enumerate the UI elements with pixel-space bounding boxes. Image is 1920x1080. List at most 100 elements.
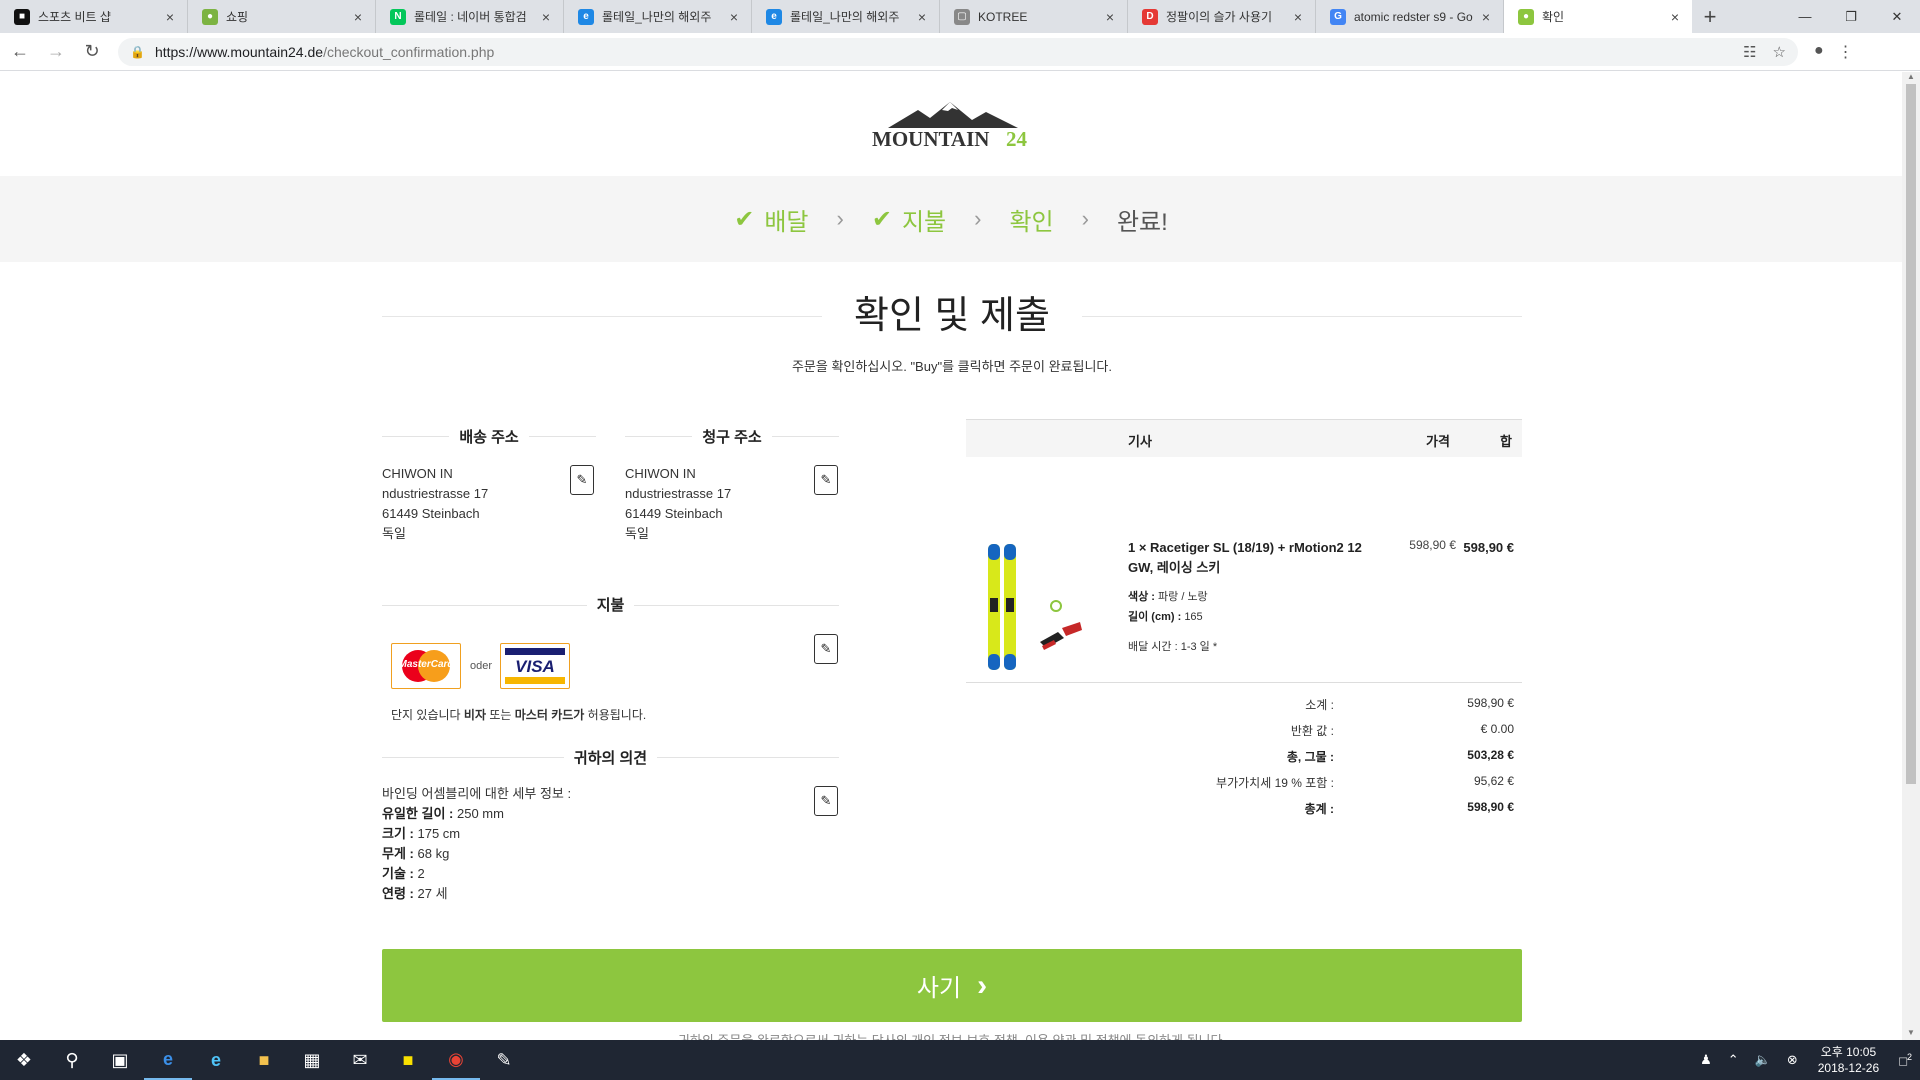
product-image[interactable] <box>980 542 1100 672</box>
search-icon[interactable]: ⚲ <box>48 1040 96 1080</box>
new-tab-button[interactable]: + <box>1692 0 1728 33</box>
back-icon[interactable]: ← <box>4 36 36 68</box>
legal-text: 귀하의 주문을 완료함으로써 귀하는 당사의 개인 정보 보호 정책, 이용 약… <box>382 1030 1522 1040</box>
check-icon: ✔ <box>734 205 755 233</box>
buy-button[interactable]: 사기 › <box>382 949 1522 1022</box>
tab-favicon-icon: ■ <box>14 8 30 25</box>
tab-close-icon[interactable]: × <box>1291 9 1305 25</box>
tab-close-icon[interactable]: × <box>727 9 741 25</box>
maximize-button[interactable]: ❐ <box>1828 0 1874 33</box>
translate-icon[interactable]: ☷ <box>1743 43 1756 61</box>
lock-icon: 🔒 <box>130 44 145 59</box>
product-color: 색상 : 파랑 / 노랑 <box>1128 591 1208 603</box>
page-subtitle: 주문을 확인하십시오. "Buy"를 클릭하면 주문이 완료됩니다. <box>791 359 1113 374</box>
chevron-right-icon: › <box>977 968 988 1002</box>
tab-favicon-icon: ▢ <box>954 8 970 25</box>
browser-tab[interactable]: D 정팔이의 슬가 사용기 × <box>1128 0 1316 33</box>
tab-favicon-icon: N <box>390 8 406 25</box>
tab-close-icon[interactable]: × <box>163 9 177 25</box>
bookmark-star-icon[interactable]: ☆ <box>1773 43 1786 61</box>
edit-billing-button[interactable]: ✎ <box>814 465 838 495</box>
pencil-icon: ✎ <box>820 793 832 808</box>
volume-icon[interactable]: 🔈 <box>1755 1052 1771 1068</box>
step-payment[interactable]: ✔ 지불 <box>872 202 946 237</box>
tab-label: atomic redster s9 - Go <box>1354 9 1473 24</box>
edit-shipping-button[interactable]: ✎ <box>570 465 594 495</box>
notification-icon[interactable]: □2 <box>1899 1052 1912 1068</box>
chevron-up-icon[interactable]: ⌃ <box>1728 1052 1739 1068</box>
menu-icon[interactable]: ⋮ <box>1838 42 1854 62</box>
reload-icon[interactable]: ↻ <box>76 36 108 68</box>
browser-tab[interactable]: Gatomic redster s9 - Go × <box>1316 0 1504 33</box>
visa-logo: VISA <box>500 643 570 689</box>
task-view-icon[interactable]: ▣ <box>96 1040 144 1080</box>
payment-heading: 지불 <box>382 594 839 615</box>
product-name[interactable]: 1 × Racetiger SL (18/19) + rMotion2 12 G… <box>1128 538 1380 578</box>
step-label: 확인 <box>1009 208 1054 236</box>
or-label: oder <box>470 660 493 672</box>
scroll-up-icon[interactable]: ▲ <box>1902 72 1920 84</box>
pencil-icon: ✎ <box>576 472 588 487</box>
person-icon[interactable]: ♟ <box>1700 1052 1712 1068</box>
address-bar[interactable]: 🔒 https://www.mountain24.de/checkout_con… <box>118 37 1798 66</box>
file-explorer-icon[interactable]: ■ <box>240 1040 288 1080</box>
tab-close-icon[interactable]: × <box>539 9 553 25</box>
tab-close-icon[interactable]: × <box>351 9 365 25</box>
edge-icon[interactable]: e <box>144 1040 192 1080</box>
card-note: 단지 있습니다 비자 또는 마스터 카드가 허용됩니다. <box>391 708 647 722</box>
kakaotalk-icon[interactable]: ■ <box>384 1040 432 1080</box>
browser-tab[interactable]: e 롤테일_나만의 해외주 × <box>564 0 752 33</box>
page-viewport: MOUNTAIN 24 ✔ 배달 › ✔ 지불 › 확인 › 완료! 확인 및 … <box>0 72 1902 1040</box>
tab-label: 스포츠 비트 샵 <box>38 10 111 24</box>
tab-close-icon[interactable]: × <box>915 9 929 25</box>
step-label: 완료! <box>1116 208 1168 236</box>
product-total: 598,90 € <box>1463 540 1514 555</box>
page-scrollbar[interactable]: ▲ ▼ <box>1902 72 1920 1040</box>
network-icon[interactable]: ⊗ <box>1787 1052 1798 1068</box>
step-label: 배달 <box>764 208 809 236</box>
system-tray: ♟ ⌃ 🔈 ⊗ 오후 10:05 2018-12-26 □2 <box>1692 1040 1920 1080</box>
chrome-icon[interactable]: ◉ <box>432 1040 480 1080</box>
scroll-thumb[interactable] <box>1906 84 1916 784</box>
tab-favicon-icon: e <box>766 8 782 25</box>
browser-toolbar: ← → ↻ 🔒 https://www.mountain24.de/checko… <box>0 33 1920 71</box>
minimize-button[interactable]: — <box>1782 0 1828 33</box>
divider <box>966 682 1522 683</box>
tab-close-icon[interactable]: × <box>1668 9 1682 25</box>
checkout-steps: ✔ 배달 › ✔ 지불 › 확인 › 완료! <box>0 176 1902 262</box>
edit-payment-button[interactable]: ✎ <box>814 634 838 664</box>
ie-icon[interactable]: e <box>192 1040 240 1080</box>
billing-address: CHIWON IN ndustriestrasse 17 61449 Stein… <box>625 466 732 541</box>
browser-tab[interactable]: ▢ KOTREE × <box>940 0 1128 33</box>
close-window-button[interactable]: ✕ <box>1874 0 1920 33</box>
mail-icon[interactable]: ✉ <box>336 1040 384 1080</box>
store-icon[interactable]: ▦ <box>288 1040 336 1080</box>
scroll-down-icon[interactable]: ▼ <box>1902 1028 1920 1040</box>
edit-opinion-button[interactable]: ✎ <box>814 786 838 816</box>
paint-icon[interactable]: ✎ <box>480 1040 528 1080</box>
browser-tab[interactable]: ■ 스포츠 비트 샵 × <box>0 0 188 33</box>
browser-tab[interactable]: ● 확인 × <box>1504 0 1692 33</box>
mastercard-logo: MasterCard <box>391 643 461 689</box>
chevron-right-icon: › <box>974 206 982 231</box>
tab-label: 롤테일 : 네이버 통합검 <box>414 10 527 24</box>
clock[interactable]: 오후 10:05 2018-12-26 <box>1818 1044 1879 1076</box>
step-delivery[interactable]: ✔ 배달 <box>734 202 808 237</box>
tab-label: 롤테일_나만의 해외주 <box>602 10 712 24</box>
chevron-right-icon: › <box>836 206 844 231</box>
window-controls: — ❐ ✕ <box>1782 0 1920 33</box>
logo-number: 24 <box>1006 127 1028 151</box>
forward-icon[interactable]: → <box>40 36 72 68</box>
profile-icon[interactable]: ● <box>1814 42 1824 62</box>
windows-start-icon[interactable]: ❖ <box>0 1040 48 1080</box>
tab-label: 롤테일_나만의 해외주 <box>790 10 900 24</box>
tab-close-icon[interactable]: × <box>1479 9 1493 25</box>
browser-tab[interactable]: ● 쇼핑 × <box>188 0 376 33</box>
browser-tab[interactable]: e 롤테일_나만의 해외주 × <box>752 0 940 33</box>
browser-tab[interactable]: N 롤테일 : 네이버 통합검 × <box>376 0 564 33</box>
order-table-header: 기사 가격 합 <box>966 419 1522 457</box>
tab-close-icon[interactable]: × <box>1103 9 1117 25</box>
opinion-text: 바인딩 어셈블리에 대한 세부 정보 : 유일한 길이 : 250 mm 크기 … <box>382 786 572 901</box>
mountain24-logo[interactable]: MOUNTAIN 24 <box>868 98 1038 154</box>
check-icon: ✔ <box>871 205 892 233</box>
